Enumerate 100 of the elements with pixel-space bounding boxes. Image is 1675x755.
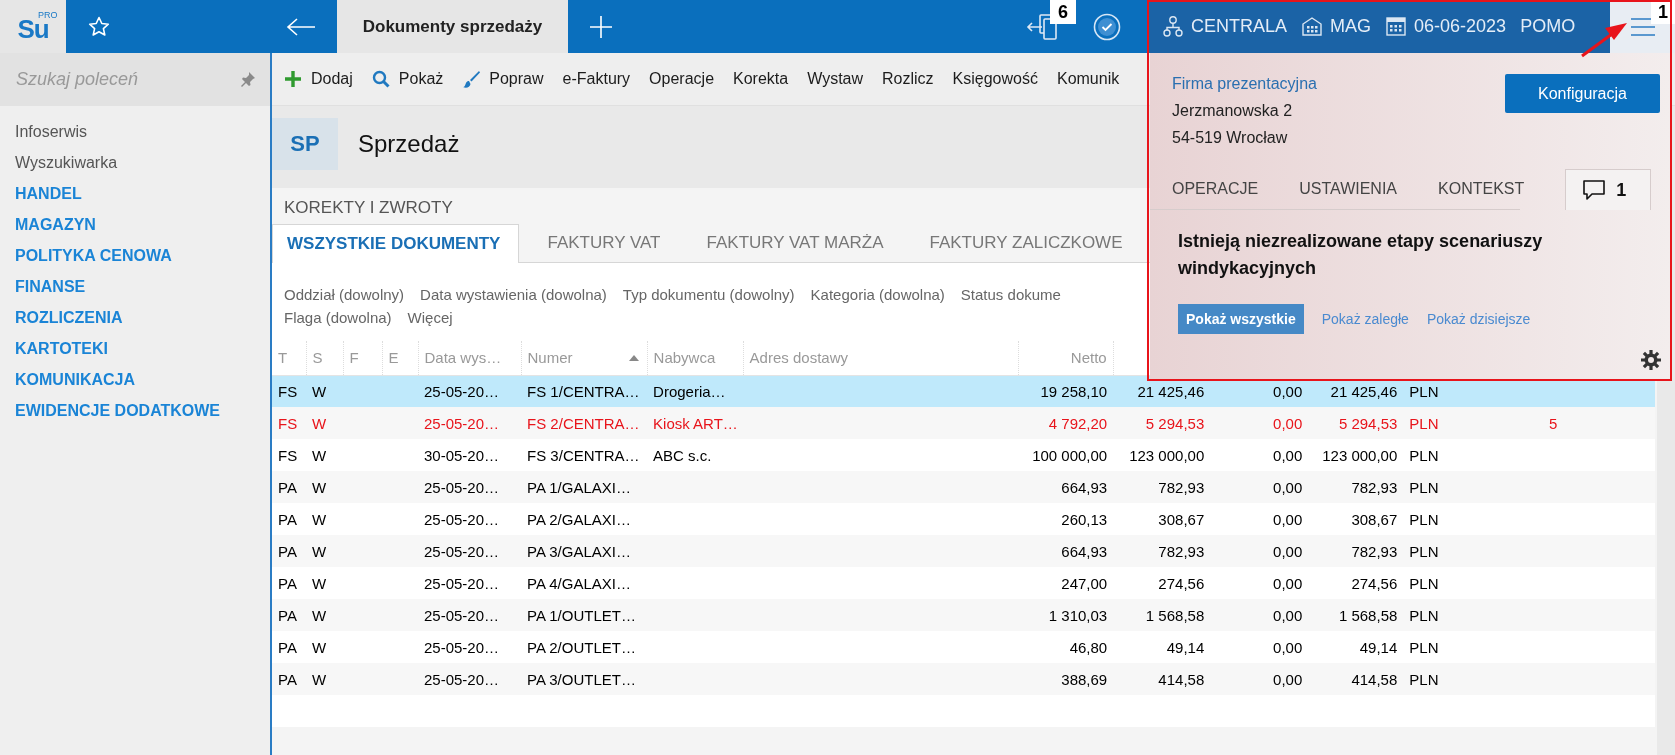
table-cell[interactable]: 25-05-20… xyxy=(418,535,522,567)
table-cell[interactable]: PLN xyxy=(1403,567,1461,599)
filter-link[interactable]: Typ dokumentu (dowolny) xyxy=(622,283,795,306)
table-cell[interactable]: PA xyxy=(272,663,306,695)
table-cell[interactable]: PA xyxy=(272,631,306,663)
table-cell[interactable]: PA 2/GALAXI… xyxy=(521,503,648,535)
table-cell[interactable]: 782,93 xyxy=(1308,471,1404,503)
org-chart-icon[interactable] xyxy=(1162,15,1184,38)
search-field[interactable]: Szukaj poleceń xyxy=(0,53,270,106)
table-cell[interactable]: FS xyxy=(272,439,306,471)
table-cell[interactable]: W xyxy=(306,631,343,663)
tab[interactable]: WSZYSTKIE DOKUMENTY xyxy=(272,224,520,263)
calendar-icon[interactable] xyxy=(1385,15,1408,38)
tab[interactable]: FAKTURY VAT xyxy=(533,224,679,262)
table-cell[interactable]: 123 000,00 xyxy=(1308,439,1404,471)
table-cell[interactable]: FS xyxy=(272,375,306,407)
tab[interactable]: FAKTURY VAT MARŻA xyxy=(692,224,902,262)
table-cell[interactable]: 100 000,00 xyxy=(1018,439,1114,471)
star-icon[interactable] xyxy=(87,14,111,39)
toolbar-button[interactable]: Popraw xyxy=(462,70,544,88)
table-cell[interactable]: FS xyxy=(272,407,306,439)
table-cell[interactable]: 664,93 xyxy=(1018,535,1114,567)
table-cell[interactable]: PA 3/OUTLET… xyxy=(521,663,648,695)
table-cell[interactable]: W xyxy=(306,407,343,439)
table-cell[interactable]: W xyxy=(306,503,343,535)
table-cell[interactable]: PA xyxy=(272,471,306,503)
table-cell[interactable]: W xyxy=(306,471,343,503)
table-cell[interactable]: Drogeria… xyxy=(647,375,744,407)
table-cell[interactable]: 4 792,20 xyxy=(1018,407,1114,439)
table-cell[interactable]: PA 4/GALAXI… xyxy=(521,567,648,599)
table-cell[interactable]: PLN xyxy=(1403,663,1461,695)
table-cell[interactable]: PA 1/GALAXI… xyxy=(521,471,648,503)
table-cell[interactable]: 782,93 xyxy=(1113,471,1211,503)
filter-link[interactable]: Oddział (dowolny) xyxy=(284,283,405,306)
table-cell[interactable]: 260,13 xyxy=(1018,503,1114,535)
table-cell[interactable]: PA xyxy=(272,535,306,567)
toolbar-button[interactable]: Dodaj xyxy=(284,70,353,88)
toolbar-button[interactable]: Wystaw xyxy=(807,70,864,88)
table-cell[interactable]: 19 258,10 xyxy=(1018,375,1114,407)
plus-icon[interactable] xyxy=(589,14,613,39)
table-cell[interactable]: 5 294,53 xyxy=(1308,407,1404,439)
table-cell[interactable]: W xyxy=(306,439,343,471)
table-cell[interactable]: 388,69 xyxy=(1018,663,1114,695)
filter-link[interactable]: Flaga (dowolna) xyxy=(284,306,392,329)
toolbar-button[interactable]: Operacje xyxy=(649,70,715,88)
table-cell[interactable]: PA xyxy=(272,567,306,599)
table-cell[interactable]: 49,14 xyxy=(1113,631,1211,663)
menu-icon[interactable] xyxy=(1629,16,1656,37)
table-cell[interactable]: 1 568,58 xyxy=(1308,599,1404,631)
check-circle-icon[interactable] xyxy=(1092,11,1122,42)
table-cell[interactable]: 25-05-20… xyxy=(418,663,522,695)
table-cell[interactable]: 5 xyxy=(1460,407,1564,439)
company-link[interactable]: Firma prezentacyjna xyxy=(1172,71,1317,97)
table-cell[interactable]: 25-05-20… xyxy=(418,471,522,503)
toolbar-button[interactable]: Księgowość xyxy=(952,70,1038,88)
table-cell[interactable]: 274,56 xyxy=(1308,567,1404,599)
table-cell[interactable]: PLN xyxy=(1403,471,1461,503)
filter-link[interactable]: Więcej xyxy=(407,306,453,329)
table-cell[interactable]: PA xyxy=(272,503,306,535)
table-cell[interactable]: 414,58 xyxy=(1113,663,1211,695)
table-cell[interactable]: Kiosk ART… xyxy=(647,407,744,439)
table-cell[interactable]: PA 1/OUTLET… xyxy=(521,599,648,631)
context-link[interactable]: 06-06-2023 xyxy=(1414,16,1507,37)
table-cell[interactable]: PLN xyxy=(1403,503,1461,535)
toolbar-button[interactable]: Komunik xyxy=(1056,70,1120,88)
table-cell[interactable]: FS 1/CENTRA… xyxy=(521,375,648,407)
configuration-button[interactable]: Konfiguracja xyxy=(1505,74,1660,113)
table-cell[interactable]: 25-05-20… xyxy=(418,375,522,407)
table-cell[interactable]: PLN xyxy=(1403,631,1461,663)
table-cell[interactable]: 46,80 xyxy=(1018,631,1114,663)
table-cell[interactable]: FS 2/CENTRA… xyxy=(521,407,648,439)
table-cell[interactable]: 0,00 xyxy=(1210,535,1309,567)
table-cell[interactable]: W xyxy=(306,375,343,407)
sidebar-item[interactable]: Infoserwis xyxy=(0,116,270,147)
table-cell[interactable]: ABC s.c. xyxy=(647,439,744,471)
document-tab[interactable]: Dokumenty sprzedaży xyxy=(337,0,568,53)
table-cell[interactable]: PLN xyxy=(1403,535,1461,567)
toolbar-button[interactable]: Korekta xyxy=(733,70,789,88)
table-cell[interactable]: PA xyxy=(272,599,306,631)
table-cell[interactable]: 0,00 xyxy=(1210,439,1309,471)
table-cell[interactable]: 5 294,53 xyxy=(1113,407,1211,439)
table-cell[interactable]: 25-05-20… xyxy=(418,631,522,663)
filter-link[interactable]: Kategoria (dowolna) xyxy=(810,283,945,306)
table-cell[interactable]: 0,00 xyxy=(1210,471,1309,503)
table-cell[interactable]: W xyxy=(306,663,343,695)
building-icon[interactable] xyxy=(1301,15,1324,38)
context-link[interactable]: MAG xyxy=(1330,16,1372,37)
back-arrow-icon[interactable] xyxy=(285,16,316,37)
table-cell[interactable]: W xyxy=(306,567,343,599)
table-cell[interactable]: PLN xyxy=(1403,407,1461,439)
filter-button[interactable]: Pokaż wszystkie xyxy=(1178,304,1304,334)
table-cell[interactable]: 21 425,46 xyxy=(1113,375,1211,407)
filter-link[interactable]: Status dokume xyxy=(960,283,1061,306)
toolbar-button[interactable]: Rozlicz xyxy=(882,70,934,88)
table-cell[interactable]: 30-05-20… xyxy=(418,439,522,471)
table-cell[interactable]: 49,14 xyxy=(1308,631,1404,663)
table-cell[interactable]: W xyxy=(306,535,343,567)
table-cell[interactable]: 782,93 xyxy=(1113,535,1211,567)
table-cell[interactable]: 25-05-20… xyxy=(418,567,522,599)
table-cell[interactable]: 25-05-20… xyxy=(418,407,522,439)
